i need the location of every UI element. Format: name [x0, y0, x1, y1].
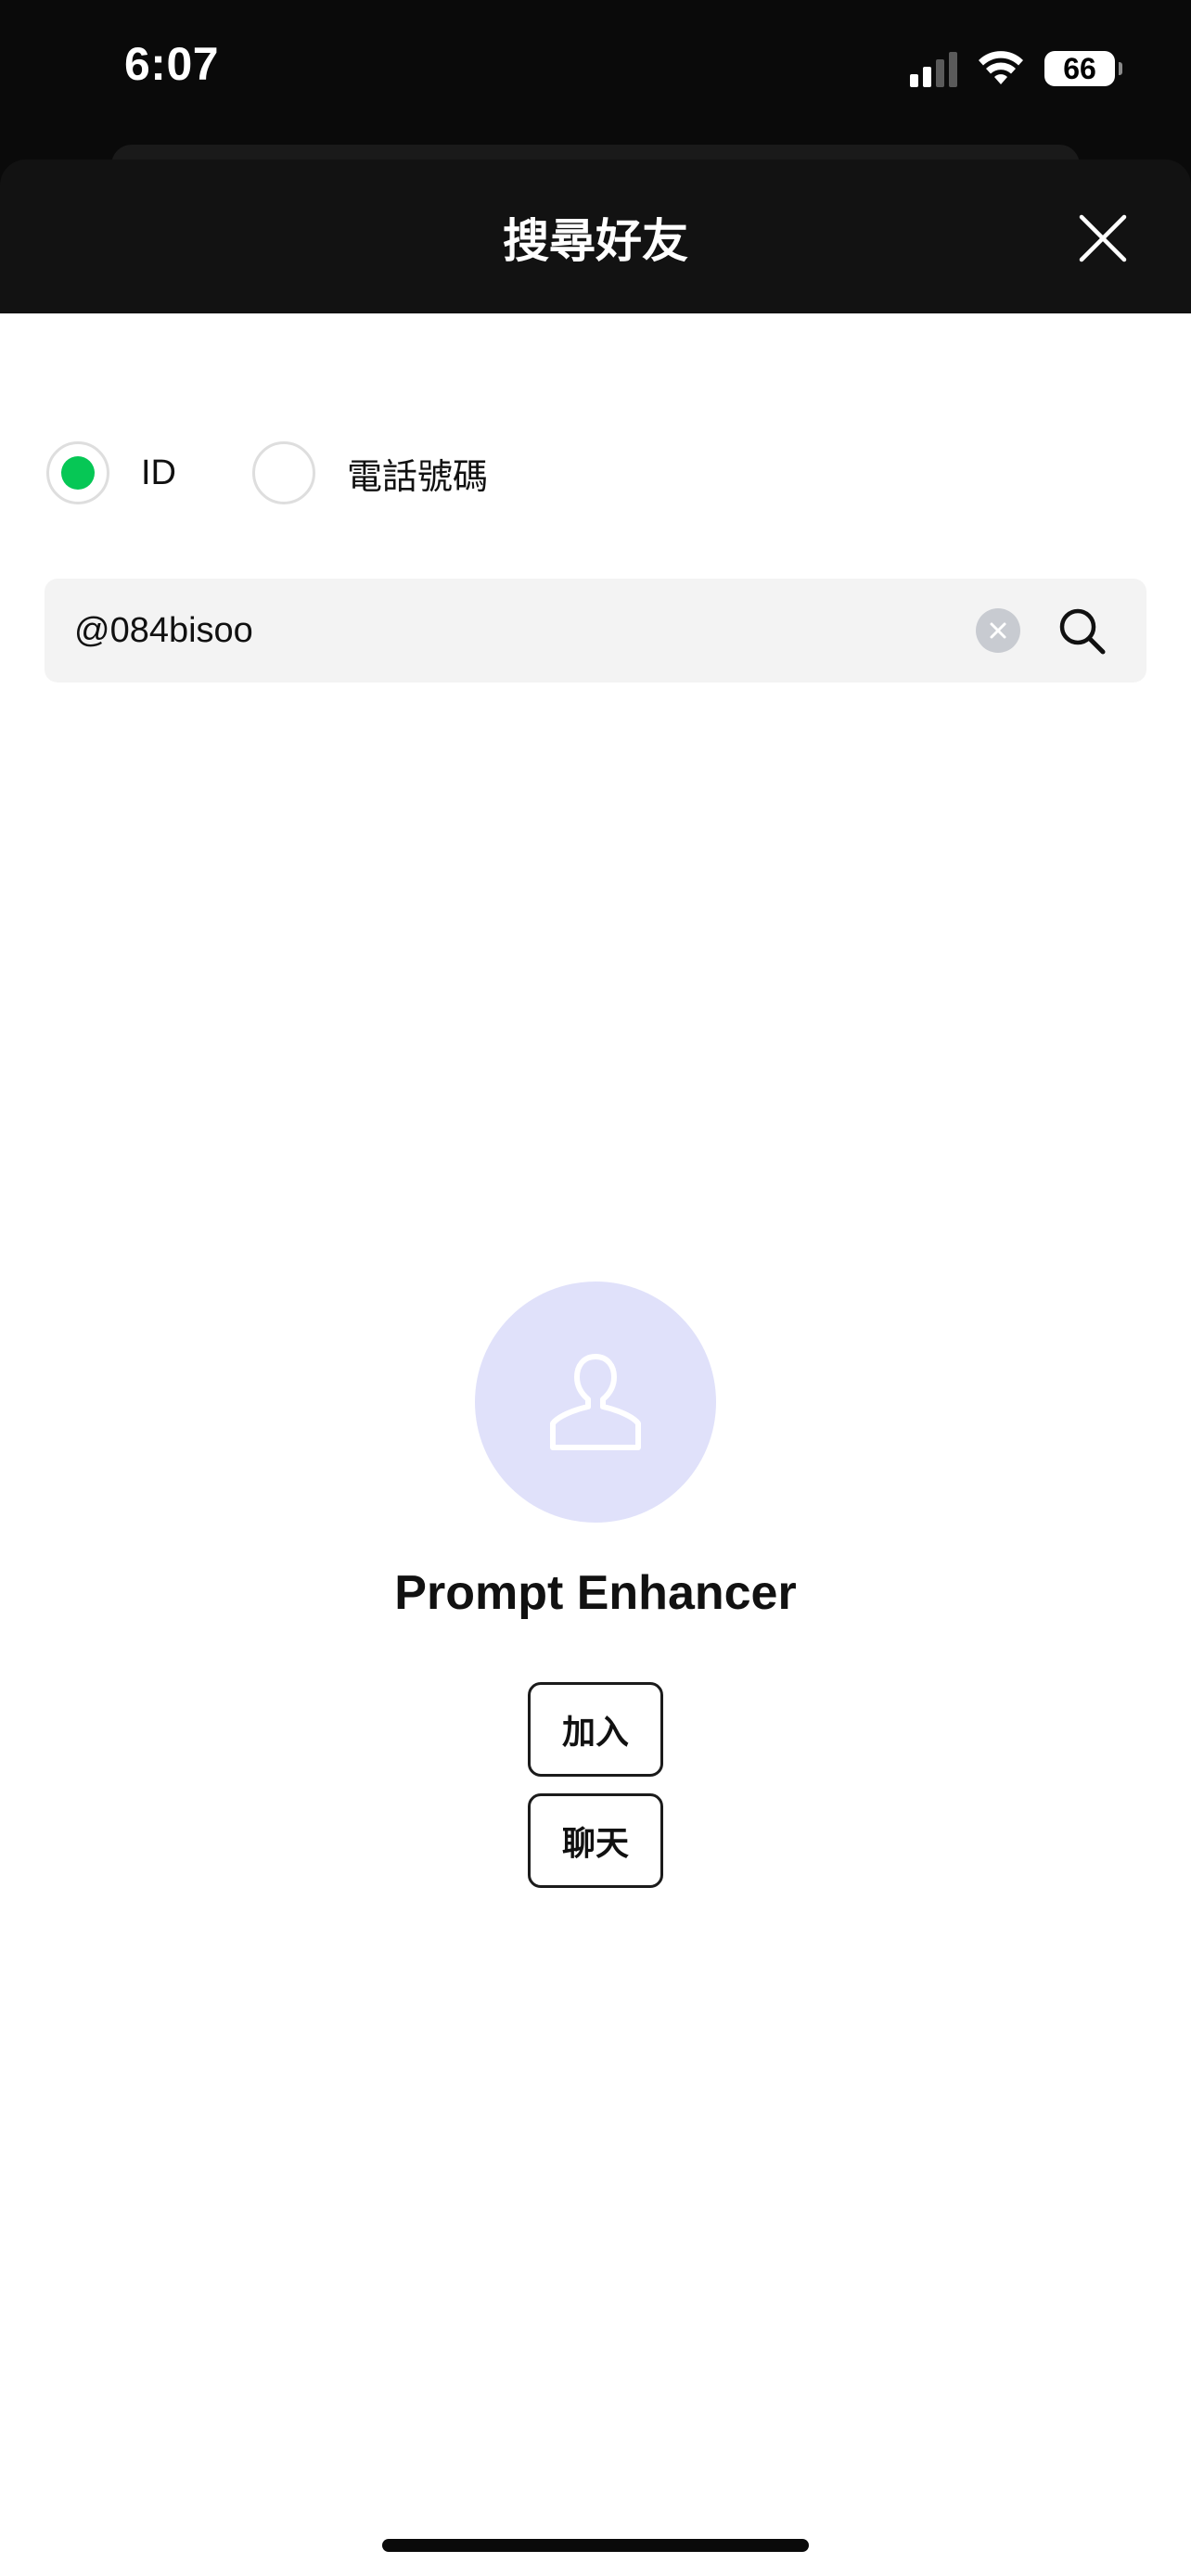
home-indicator — [382, 2539, 809, 2552]
close-button[interactable] — [1076, 211, 1130, 265]
radio-button-phone[interactable] — [252, 441, 315, 504]
wifi-icon — [979, 51, 1023, 84]
clear-button[interactable] — [976, 608, 1020, 653]
search-box — [45, 579, 1146, 682]
radio-label-phone: 電話號碼 — [347, 457, 489, 497]
battery-icon: 66 — [1044, 51, 1122, 86]
add-friend-button[interactable]: 加入 — [528, 1682, 663, 1777]
clear-icon — [990, 622, 1006, 639]
person-icon — [550, 1354, 641, 1450]
search-button[interactable] — [1056, 605, 1109, 658]
status-icons: 66 — [910, 45, 1122, 93]
radio-option-phone[interactable]: 電話號碼 — [252, 440, 488, 506]
close-icon — [1079, 214, 1127, 262]
radio-option-id[interactable]: ID — [46, 440, 176, 506]
chat-button[interactable]: 聊天 — [528, 1793, 663, 1888]
page-title: 搜尋好友 — [503, 215, 688, 267]
radio-button-id[interactable] — [46, 441, 109, 504]
profile-name: Prompt Enhancer — [394, 1566, 797, 1620]
avatar — [475, 1282, 716, 1523]
search-icon — [1059, 608, 1106, 655]
status-time: 6:07 — [124, 38, 220, 90]
signal-icon — [910, 50, 957, 87]
radio-label-id: ID — [141, 453, 176, 492]
search-input[interactable] — [74, 579, 965, 682]
radio-selected-dot — [61, 456, 95, 490]
battery-level: 66 — [1063, 51, 1096, 85]
